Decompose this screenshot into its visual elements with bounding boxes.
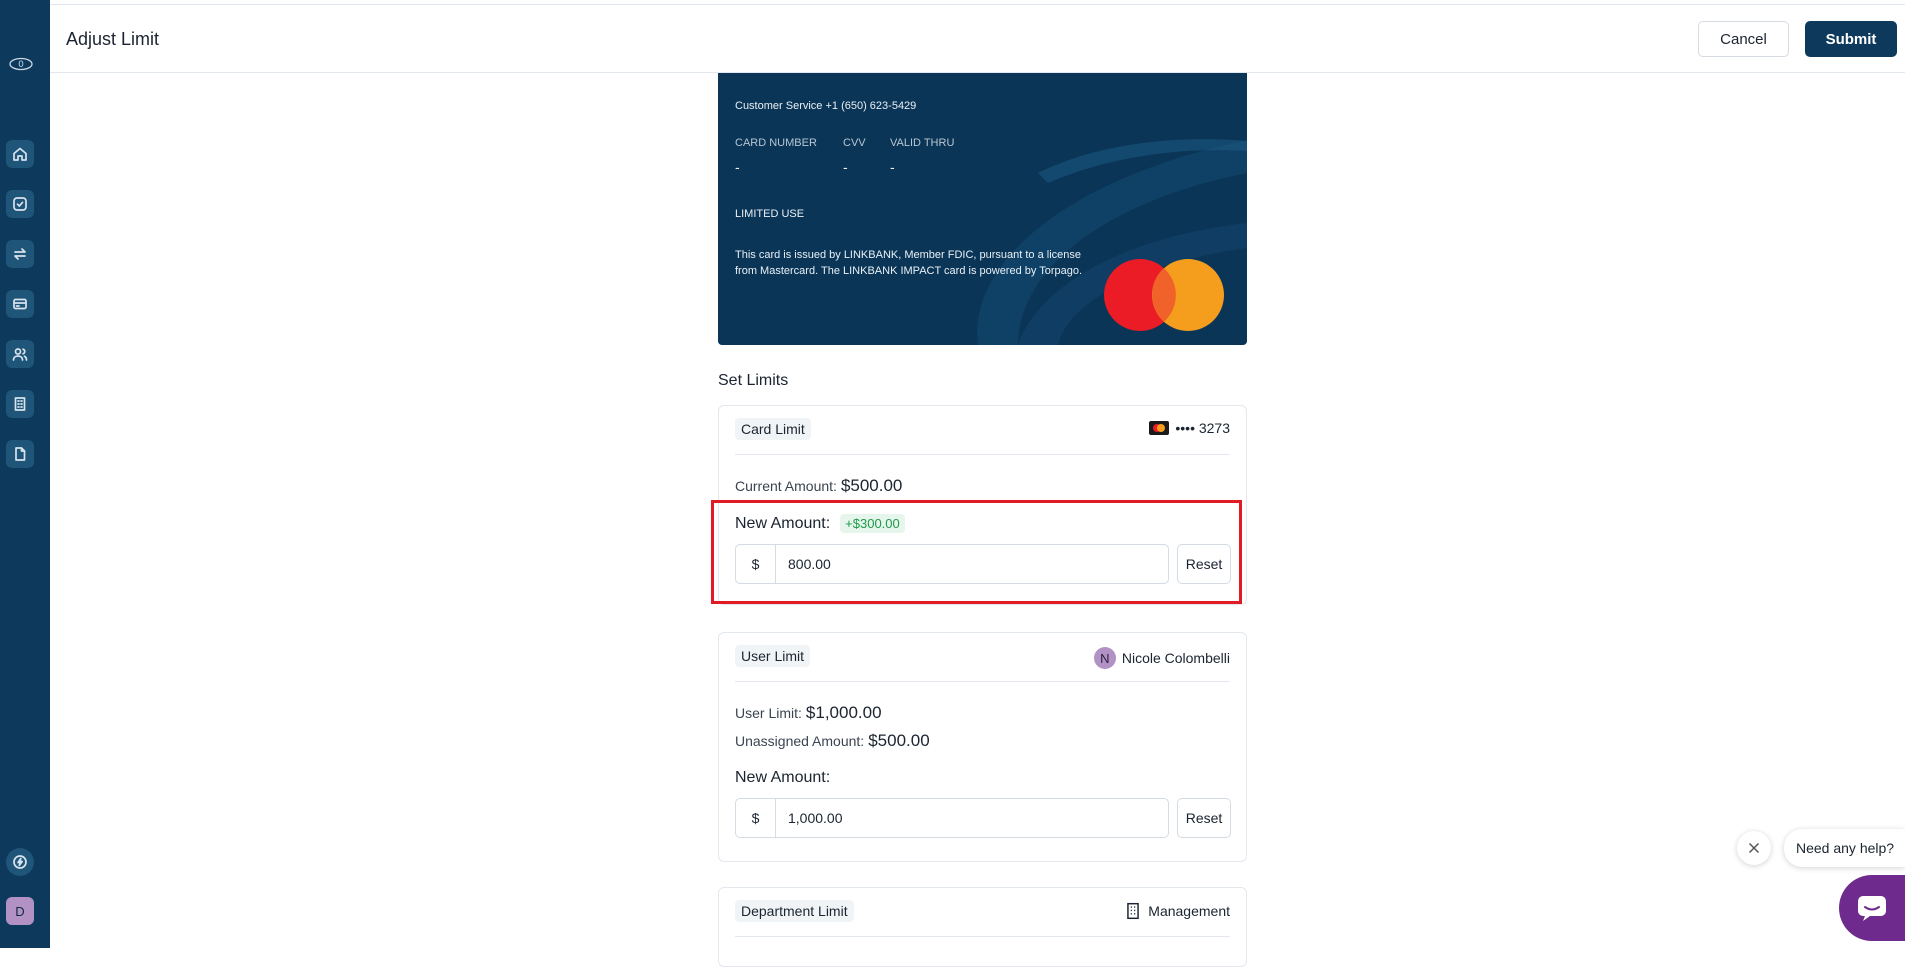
card-masked-text: •••• 3273 (1175, 420, 1230, 436)
currency-prefix: $ (736, 799, 776, 837)
check-circle-icon (13, 197, 27, 211)
card-disclaimer-line2: from Mastercard. The LINKBANK IMPACT car… (735, 265, 1083, 277)
user-avatar[interactable]: D (6, 897, 34, 925)
cancel-button[interactable]: Cancel (1698, 21, 1789, 57)
user-limit-value: $1,000.00 (805, 703, 882, 722)
unassigned-amount-label: Unassigned Amount: (735, 733, 865, 749)
building-icon (14, 397, 26, 411)
sidebar-item-transfers[interactable] (6, 240, 34, 268)
user-reset-button[interactable]: Reset (1177, 798, 1231, 838)
user-limit-panel: User Limit N Nicole Colombelli User Limi… (718, 632, 1247, 862)
divider (735, 454, 1230, 455)
close-icon (1748, 842, 1760, 854)
card-preview: Customer Service +1 (650) 623-5429 CARD … (718, 73, 1247, 345)
close-help-button[interactable] (1737, 831, 1771, 865)
document-icon (15, 447, 26, 461)
transfer-icon (14, 248, 26, 260)
user-new-amount-label: New Amount: (735, 769, 831, 786)
highlight-box (711, 500, 1242, 604)
card-number-label: CARD NUMBER (735, 137, 817, 149)
cvv-value: - (843, 159, 848, 175)
current-amount-row: Current Amount: $500.00 (735, 476, 902, 496)
assigned-user: N Nicole Colombelli (1093, 647, 1230, 669)
customer-service-text: Customer Service +1 (650) 623-5429 (735, 100, 917, 112)
svg-text:0: 0 (18, 60, 24, 70)
card-masked-number: •••• 3273 (1149, 420, 1230, 436)
set-limits-heading: Set Limits (718, 372, 789, 389)
help-prompt[interactable]: Need any help? (1784, 829, 1905, 867)
lightning-icon (13, 855, 27, 869)
sidebar-item-approvals[interactable] (6, 190, 34, 218)
user-new-amount-value[interactable]: 1,000.00 (776, 799, 1168, 837)
card-icon (13, 298, 27, 310)
sidebar-item-quick-actions[interactable] (6, 848, 34, 876)
chat-launcher-button[interactable] (1839, 875, 1905, 941)
user-limit-chip: User Limit (735, 645, 811, 667)
sidebar-item-cards[interactable] (6, 290, 34, 318)
user-limit-row: User Limit: $1,000.00 (735, 703, 882, 723)
mastercard-mini-icon (1149, 421, 1170, 435)
sidebar-item-documents[interactable] (6, 440, 34, 468)
divider (735, 681, 1230, 682)
department-limit-chip: Department Limit (735, 900, 854, 922)
department-limit-panel: Department Limit Management (718, 887, 1247, 967)
current-amount-value: $500.00 (840, 476, 903, 495)
chat-icon (1858, 896, 1886, 921)
sidebar-item-home[interactable] (6, 140, 34, 168)
home-icon (13, 147, 27, 161)
unassigned-amount-value: $500.00 (868, 731, 930, 750)
unassigned-amount-row: Unassigned Amount: $500.00 (735, 731, 930, 751)
divider (735, 936, 1230, 937)
department-name: Management (1148, 903, 1230, 919)
valid-thru-label: VALID THRU (890, 137, 955, 149)
user-new-amount-row: New Amount: (735, 769, 830, 787)
user-limit-label: User Limit: (735, 705, 802, 721)
user-avatar-n: N (1093, 647, 1116, 669)
users-icon (12, 348, 28, 361)
cvv-label: CVV (843, 137, 866, 149)
eye-logo-icon[interactable]: 0 (9, 52, 33, 76)
card-limit-chip: Card Limit (735, 418, 811, 440)
mastercard-logo-icon (1104, 259, 1224, 331)
card-number-value: - (735, 159, 740, 175)
page-title: Adjust Limit (66, 29, 160, 49)
assigned-department: Management (1124, 902, 1230, 920)
card-use-type: LIMITED USE (735, 208, 805, 220)
submit-button[interactable]: Submit (1805, 21, 1897, 57)
card-disclaimer-line1: This card is issued by LINKBANK, Member … (735, 249, 1082, 261)
sidebar: 0 D (0, 0, 50, 948)
user-new-amount-input[interactable]: $ 1,000.00 (735, 798, 1169, 838)
sidebar-item-users[interactable] (6, 340, 34, 368)
assigned-user-name: Nicole Colombelli (1121, 650, 1230, 666)
top-bar: Adjust Limit Cancel Submit (50, 4, 1905, 73)
current-amount-label: Current Amount: (735, 478, 837, 494)
valid-thru-value: - (890, 159, 895, 175)
building-icon (1127, 902, 1140, 920)
sidebar-item-departments[interactable] (6, 390, 34, 418)
